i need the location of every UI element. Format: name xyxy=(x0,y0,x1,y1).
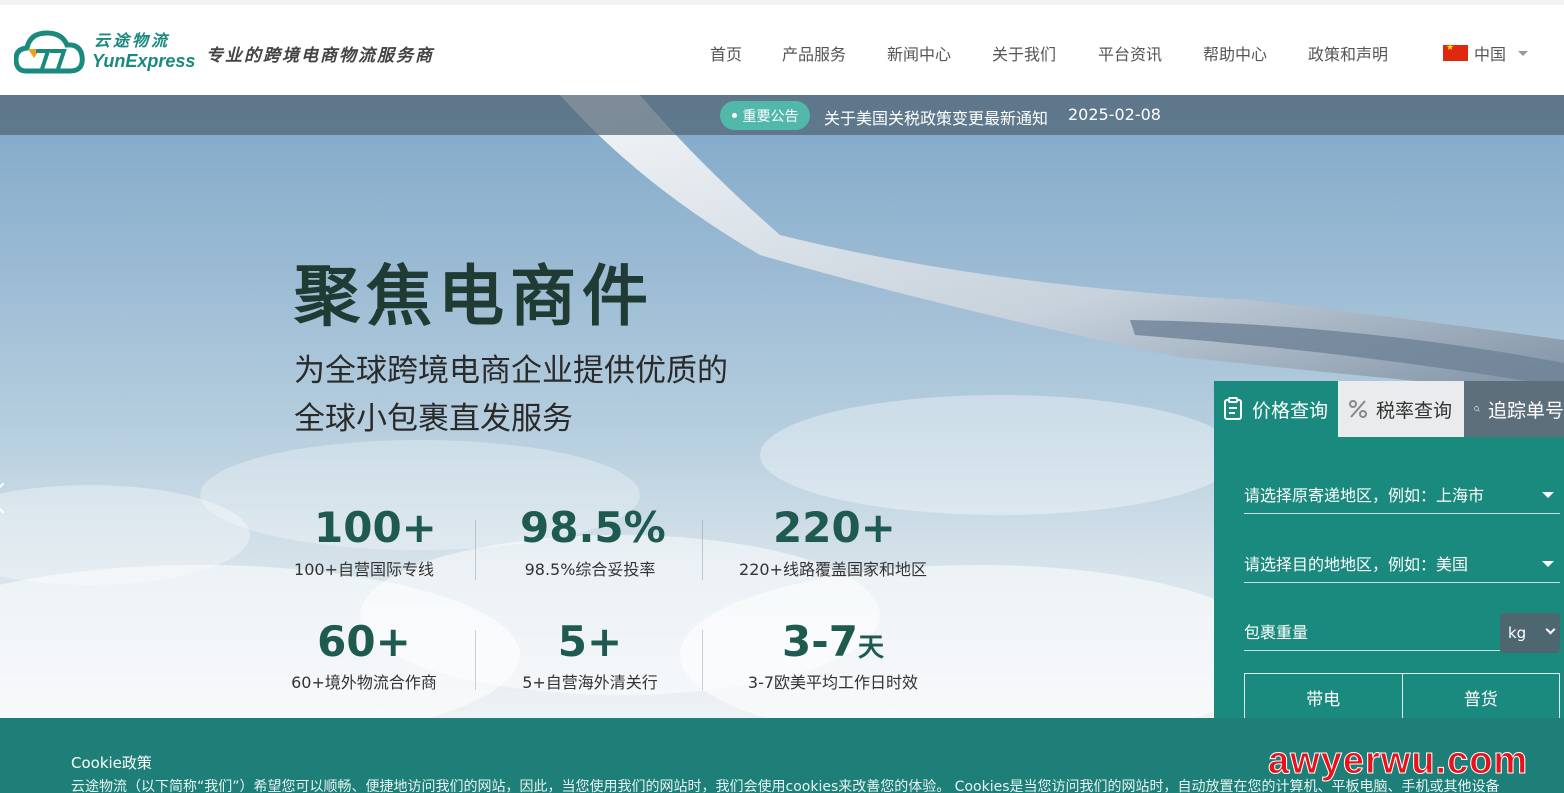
cargo-type-battery-button[interactable]: 带电 xyxy=(1245,674,1402,720)
weight-unit-select[interactable]: kg xyxy=(1500,613,1560,653)
stat-value: 3-7 xyxy=(782,617,858,666)
quote-panel: 价格查询 税率查询 追踪单号 请选择原寄递地区，例如：上海市 请选择目的地地区，… xyxy=(1214,381,1564,721)
notice-badge: 重要公告 xyxy=(720,101,810,130)
stat-value: 5+ xyxy=(557,617,623,666)
origin-select[interactable]: 请选择原寄递地区，例如：上海市 xyxy=(1244,474,1560,514)
nav-item-news[interactable]: 新闻中心 xyxy=(887,41,951,65)
nav-item-home[interactable]: 首页 xyxy=(710,41,742,65)
china-flag-icon xyxy=(1443,43,1468,61)
chevron-down-icon xyxy=(1545,624,1556,635)
nav-item-products[interactable]: 产品服务 xyxy=(782,41,846,65)
brand-name-cn: 云途物流 xyxy=(94,31,171,50)
language-label: 中国 xyxy=(1474,45,1507,64)
tab-price-query[interactable]: 价格查询 xyxy=(1214,381,1338,437)
dropdown-caret-icon xyxy=(1542,492,1554,498)
stat-label: 98.5%综合妥投率 xyxy=(524,560,656,579)
stat-value: 100+ xyxy=(314,503,437,552)
hero-subtitle-line1: 为全球跨境电商企业提供优质的 xyxy=(294,353,728,389)
clipboard-icon xyxy=(1224,397,1242,420)
stat-value: 98.5% xyxy=(520,503,666,552)
stat-unit: 天 xyxy=(857,633,884,663)
tab-label: 价格查询 xyxy=(1252,399,1329,422)
notice-bar: 重要公告 关于美国关税政策变更最新通知 2025-02-08 xyxy=(0,95,1564,135)
site-header: 云途物流 YunExpress 专业的跨境电商物流服务商 首页 产品服务 新闻中… xyxy=(0,5,1564,95)
stat-divider xyxy=(702,520,703,580)
stat-divider xyxy=(475,520,476,580)
stat-divider xyxy=(475,630,476,690)
hero-subtitle-line2: 全球小包裹直发服务 xyxy=(294,401,573,437)
nav-item-platform-news[interactable]: 平台资讯 xyxy=(1098,41,1162,65)
nav-item-policy[interactable]: 政策和声明 xyxy=(1308,41,1388,65)
cargo-type-group: 带电 普货 xyxy=(1244,673,1560,721)
weight-unit-value: kg xyxy=(1508,624,1527,642)
stat-label: 60+境外物流合作商 xyxy=(291,673,437,692)
tab-label: 追踪单号 xyxy=(1487,399,1564,422)
notice-badge-label: 重要公告 xyxy=(742,108,799,125)
cargo-type-general-button[interactable]: 普货 xyxy=(1401,674,1560,720)
destination-placeholder: 请选择目的地地区，例如：美国 xyxy=(1244,554,1469,574)
nav-item-about[interactable]: 关于我们 xyxy=(992,41,1056,65)
cookie-title: Cookie政策 xyxy=(71,754,152,772)
dropdown-caret-icon xyxy=(1542,561,1554,567)
nav-item-help[interactable]: 帮助中心 xyxy=(1203,41,1267,65)
stat-value: 220+ xyxy=(773,503,896,552)
hero-title: 聚焦电商件 xyxy=(294,258,654,335)
cloud-logo-icon xyxy=(13,30,85,74)
brand-name-en: YunExpress xyxy=(92,51,196,71)
stat-label: 5+自营海外清关行 xyxy=(522,673,658,692)
stat-value-with-unit: 3-7天 xyxy=(763,617,903,666)
destination-select[interactable]: 请选择目的地地区，例如：美国 xyxy=(1244,543,1560,583)
language-selector[interactable]: 中国 xyxy=(1443,41,1529,65)
notice-date: 2025-02-08 xyxy=(1068,105,1161,124)
stat-value: 60+ xyxy=(317,617,411,666)
origin-placeholder: 请选择原寄递地区，例如：上海市 xyxy=(1244,485,1485,505)
weight-label: 包裹重量 xyxy=(1244,622,1309,642)
notice-link[interactable]: 关于美国关税政策变更最新通知 xyxy=(824,105,1048,129)
brand-slogan: 专业的跨境电商物流服务商 xyxy=(206,46,434,66)
stat-label: 3-7欧美平均工作日时效 xyxy=(747,673,919,692)
stat-divider xyxy=(702,630,703,690)
tab-label: 税率查询 xyxy=(1376,399,1453,422)
caret-down-icon xyxy=(1518,50,1529,56)
brand-logo[interactable]: 云途物流 YunExpress xyxy=(13,25,195,77)
watermark-text: awyerwu.com xyxy=(1267,740,1529,783)
bullet-icon xyxy=(731,113,737,118)
tab-tax-query[interactable]: 税率查询 xyxy=(1338,381,1464,437)
search-icon xyxy=(1474,406,1480,412)
stat-label: 100+自营国际专线 xyxy=(294,560,434,579)
stat-label: 220+线路覆盖国家和地区 xyxy=(739,560,927,579)
tab-tracking[interactable]: 追踪单号 xyxy=(1464,381,1564,437)
percent-icon xyxy=(1349,400,1367,418)
